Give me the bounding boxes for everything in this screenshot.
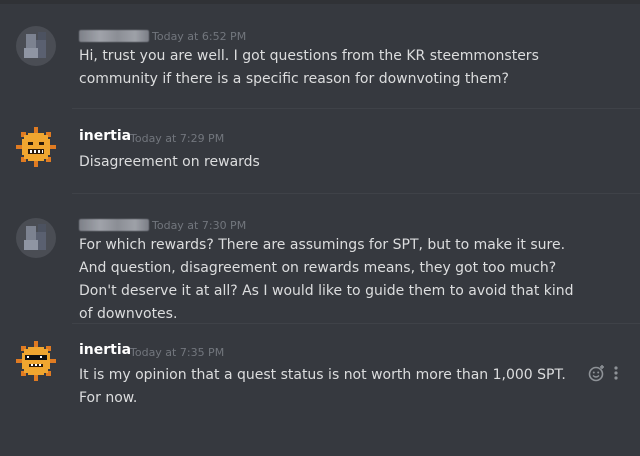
avatar-blurred-user[interactable]: [16, 26, 56, 66]
more-options-icon[interactable]: [612, 364, 620, 382]
avatar-inertia[interactable]: [16, 341, 56, 381]
message-timestamp: Today at 7:35 PM: [130, 346, 225, 359]
message-timestamp: Today at 6:52 PM: [152, 30, 247, 43]
message-divider: [72, 323, 640, 324]
message-line: For which rewards? There are assumings f…: [79, 237, 566, 253]
message-content: For which rewards? There are assumings f…: [79, 234, 589, 326]
message-content: It is my opinion that a quest status is …: [79, 364, 569, 410]
username-blurred[interactable]: [79, 219, 149, 231]
avatar-inertia[interactable]: [16, 127, 56, 167]
message-line: Hi, trust you are well. I got questions …: [79, 48, 539, 87]
username[interactable]: inertia: [79, 342, 131, 358]
message-divider: [72, 193, 640, 194]
message-divider: [72, 108, 640, 109]
message-timestamp: Today at 7:29 PM: [130, 132, 225, 145]
message-actions: [586, 363, 626, 383]
message-timestamp: Today at 7:30 PM: [152, 219, 247, 232]
message-line: And question, disagreement on rewards me…: [79, 260, 574, 322]
top-edge: [0, 0, 640, 4]
username[interactable]: inertia: [79, 128, 131, 144]
username-blurred[interactable]: [79, 30, 149, 42]
message-content: Disagreement on rewards: [79, 151, 589, 174]
avatar-blurred-user[interactable]: [16, 218, 56, 258]
message-content: Hi, trust you are well. I got questions …: [79, 45, 589, 91]
add-reaction-icon[interactable]: [588, 364, 606, 382]
message-line: It is my opinion that a quest status is …: [79, 367, 566, 406]
message-line: Disagreement on rewards: [79, 154, 260, 170]
